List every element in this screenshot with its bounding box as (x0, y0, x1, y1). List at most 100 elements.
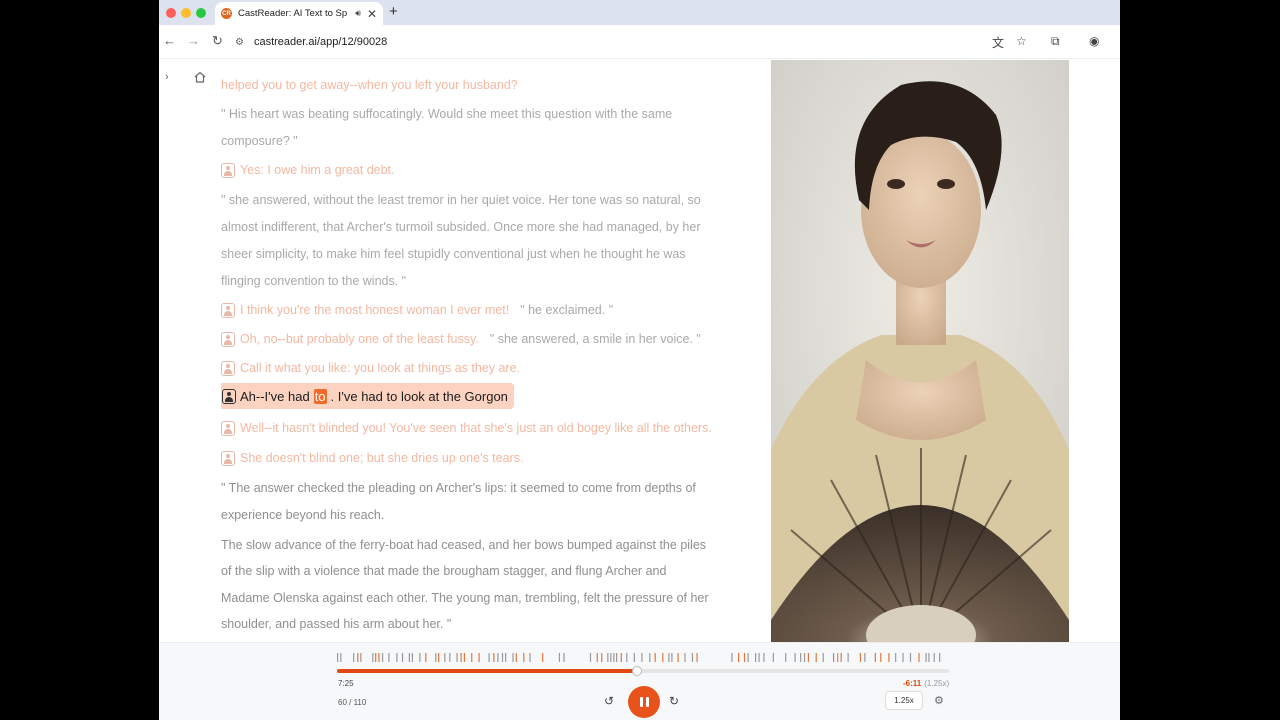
sentence-marker[interactable] (633, 653, 635, 662)
sentence-marker[interactable] (620, 653, 622, 662)
progress-slider[interactable] (337, 666, 949, 676)
reader-line[interactable]: experience beyond his reach. (221, 507, 384, 523)
minimize-window-button[interactable] (181, 8, 191, 18)
sentence-marker[interactable] (909, 653, 912, 662)
sentence-marker[interactable] (337, 653, 339, 662)
sentence-marker[interactable] (435, 653, 437, 662)
reader-line[interactable]: " His heart was beating suffocatingly. W… (221, 106, 672, 122)
back-arrow-icon[interactable]: ← (163, 33, 176, 48)
sentence-marker[interactable] (515, 653, 517, 662)
rewind-icon[interactable]: ↺ (604, 694, 614, 708)
extensions-icon[interactable]: ⧉ (1051, 34, 1060, 49)
dialog-line[interactable]: Call it what you like: you look at thing… (221, 360, 531, 376)
reader-line[interactable]: of the slip with a violence that made th… (221, 563, 666, 579)
sentence-marker[interactable] (747, 653, 749, 662)
sentence-marker[interactable] (381, 653, 384, 662)
sentence-marker[interactable] (340, 653, 342, 662)
sentence-marker[interactable] (874, 653, 876, 662)
sentence-marker[interactable] (815, 653, 817, 662)
sentence-marker[interactable] (895, 653, 897, 662)
sentence-marker[interactable] (388, 653, 390, 662)
sentence-marker[interactable] (360, 653, 362, 662)
sentence-marker[interactable] (800, 653, 802, 662)
sentence-marker[interactable] (888, 653, 890, 662)
sentence-marker[interactable] (902, 653, 904, 662)
sentence-marker[interactable] (649, 653, 651, 662)
sentence-marker[interactable] (493, 653, 495, 662)
browser-tab[interactable]: CR CastReader: AI Text to Sp 🔊︎ ✕ (215, 2, 383, 25)
sentence-marker[interactable] (837, 653, 839, 662)
sentence-marker[interactable] (505, 653, 507, 662)
dialog-line[interactable]: Oh, no--but probably one of the least fu… (221, 331, 701, 347)
reader-line[interactable]: Madame Olenska against each other. The y… (221, 590, 709, 606)
reload-icon[interactable]: ↻ (212, 33, 223, 49)
sentence-marker[interactable] (396, 653, 398, 662)
sentence-marker[interactable] (933, 653, 935, 662)
sentence-marker[interactable] (353, 653, 355, 662)
sentence-marker[interactable] (880, 653, 882, 662)
sentence-marker[interactable] (357, 653, 359, 662)
sentence-marker[interactable] (785, 653, 787, 662)
sentence-marker[interactable] (601, 653, 603, 662)
pause-button[interactable] (628, 686, 660, 718)
sentence-marker[interactable] (444, 653, 446, 662)
sentence-marker[interactable] (488, 653, 490, 662)
sentence-marker[interactable] (654, 653, 656, 662)
sentence-marker[interactable] (731, 653, 733, 662)
sentence-marker[interactable] (641, 653, 643, 662)
sentence-marker[interactable] (668, 653, 670, 662)
reader-line[interactable]: almost indifferent, that Archer's turmoi… (221, 219, 701, 235)
sentence-marker[interactable] (375, 653, 377, 662)
reader-line[interactable]: sheer simplicity, to make him feel stupi… (221, 246, 686, 262)
sentence-marker[interactable] (807, 653, 809, 662)
sentence-marker[interactable] (925, 653, 927, 662)
sentence-marker[interactable] (939, 653, 941, 662)
sentence-marker[interactable] (626, 653, 628, 662)
sentence-marker[interactable] (613, 653, 615, 662)
translate-icon[interactable]: 文 (992, 34, 1004, 51)
sentence-marker[interactable] (677, 653, 679, 662)
sentence-marker[interactable] (616, 653, 618, 662)
sentence-marker[interactable] (401, 653, 404, 662)
sentence-marker[interactable] (847, 653, 849, 662)
sentence-marker[interactable] (497, 653, 499, 662)
sentence-marker[interactable] (463, 653, 466, 662)
sentence-marker[interactable] (840, 653, 842, 662)
new-tab-button[interactable]: + (389, 3, 398, 20)
sentence-marker[interactable] (822, 653, 824, 662)
settings-gear-icon[interactable]: ⚙ (934, 694, 944, 707)
sentence-marker[interactable] (529, 653, 531, 662)
sentence-marker[interactable] (456, 653, 458, 662)
sentence-marker[interactable] (763, 653, 765, 662)
maximize-window-button[interactable] (196, 8, 206, 18)
sentence-markers[interactable] (337, 653, 947, 663)
sentence-marker[interactable] (928, 653, 930, 662)
sentence-marker[interactable] (772, 653, 774, 662)
speaker-icon[interactable]: 🔊︎ (355, 8, 361, 19)
chevron-right-icon[interactable]: › (165, 71, 169, 83)
reader-line[interactable]: Yes: I owe him a great debt. (221, 162, 395, 178)
omnibox[interactable]: ⚙ castreader.ai/app/12/90028 (235, 30, 1035, 54)
sentence-marker[interactable] (803, 653, 806, 662)
sentence-marker[interactable] (738, 653, 740, 662)
sentence-marker[interactable] (758, 653, 760, 662)
reader-line[interactable]: The slow advance of the ferry-boat had c… (221, 537, 706, 553)
sentence-marker[interactable] (558, 653, 561, 662)
reader-line[interactable]: She doesn't blind one; but she dries up … (221, 450, 523, 466)
url-text[interactable]: castreader.ai/app/12/90028 (254, 36, 387, 48)
sentence-marker[interactable] (563, 653, 565, 662)
close-tab-icon[interactable]: ✕ (367, 7, 377, 21)
sentence-marker[interactable] (671, 653, 673, 662)
sentence-marker[interactable] (696, 653, 698, 662)
sentence-marker[interactable] (471, 653, 473, 662)
reader-line[interactable]: flinging convention to the winds. " (221, 273, 406, 289)
sentence-marker[interactable] (542, 653, 544, 662)
reader-line[interactable]: " she answered, without the least tremor… (221, 192, 701, 208)
reader-line[interactable]: " The answer checked the pleading on Arc… (221, 480, 696, 496)
sentence-marker[interactable] (596, 653, 598, 662)
sentence-marker[interactable] (419, 653, 421, 662)
sentence-marker[interactable] (864, 653, 866, 662)
sentence-marker[interactable] (372, 653, 374, 662)
sentence-marker[interactable] (449, 653, 451, 662)
sentence-marker[interactable] (512, 653, 514, 662)
